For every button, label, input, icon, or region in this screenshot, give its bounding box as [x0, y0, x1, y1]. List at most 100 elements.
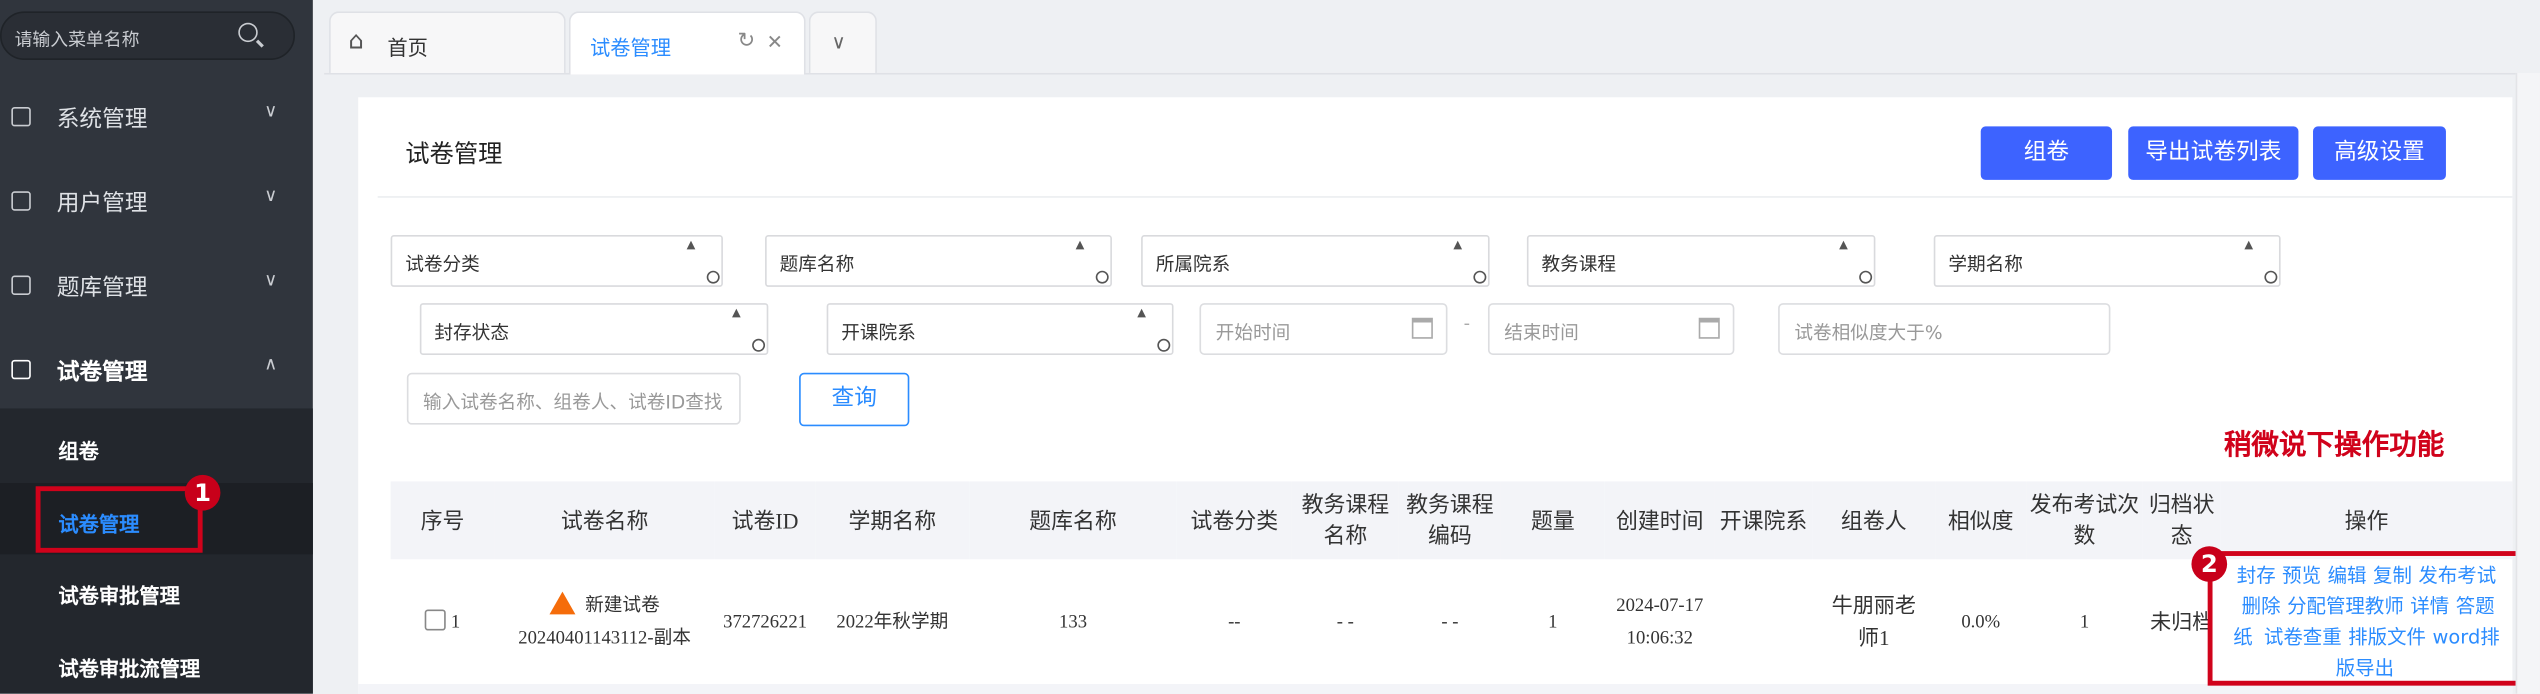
cell-index: 1 — [390, 559, 495, 688]
cube-icon — [11, 275, 31, 296]
header-course-name: 教务课程名称 — [1291, 481, 1399, 560]
select-label: 所属院系 — [1155, 252, 1231, 276]
tab-label: 试卷管理 — [590, 35, 672, 60]
row-index: 1 — [450, 612, 461, 633]
search-icon — [1859, 270, 1873, 284]
chevron-down-icon: ∨ — [264, 184, 278, 206]
paper-category-select[interactable]: 试卷分类 ▲ — [390, 235, 723, 287]
search-icon — [706, 270, 720, 284]
submenu-approval[interactable]: 试卷审批管理 — [0, 554, 313, 625]
refresh-icon[interactable]: ↻ — [738, 29, 756, 53]
menu-label: 试卷管理 — [56, 359, 148, 386]
chevron-down-icon: ∨ — [264, 269, 278, 291]
menu-paper[interactable]: 试卷管理 ∧ — [0, 331, 313, 412]
header-id: 试卷ID — [714, 481, 816, 560]
cube-icon — [11, 359, 31, 380]
menu-system[interactable]: 系统管理 ∨ — [0, 78, 313, 159]
caret-up-icon: ▲ — [1453, 238, 1463, 252]
annotation-note: 稍微说下操作功能 — [2223, 429, 2445, 462]
offering-department-select[interactable]: 开课院系 ▲ — [826, 303, 1174, 355]
tab-paper-manage[interactable]: 试卷管理 ↻ ✕ — [568, 11, 806, 75]
header-course-code: 教务课程编码 — [1398, 481, 1501, 560]
cell-dept — [1714, 559, 1813, 688]
tab-home[interactable]: ⌂ 首页 — [329, 11, 566, 73]
menu-search-placeholder: 请输入菜单名称 — [14, 29, 140, 51]
tab-more-dropdown[interactable]: ∨ — [808, 11, 877, 73]
export-list-button[interactable]: 导出试卷列表 — [2128, 126, 2299, 180]
chevron-down-icon: ∨ — [264, 100, 278, 122]
select-label: 开课院系 — [841, 320, 916, 344]
annotation-box-1 — [35, 486, 203, 553]
end-time-input[interactable]: 结束时间 — [1487, 303, 1735, 355]
header-bank: 题库名称 — [969, 481, 1177, 560]
sidebar: 请输入菜单名称 系统管理 ∨ 用户管理 ∨ 题库管理 ∨ 试卷管理 ∧ 组卷 试卷管理 … — [0, 0, 313, 694]
header-author: 组卷人 — [1812, 481, 1936, 560]
question-bank-select[interactable]: 题库名称 ▲ — [765, 235, 1112, 287]
chevron-up-icon: ∧ — [264, 353, 278, 375]
placeholder: 输入试卷名称、组卷人、试卷ID查找 — [423, 390, 723, 414]
select-label: 教务课程 — [1541, 252, 1617, 276]
header-publish-count: 发布考试次数 — [2026, 481, 2143, 560]
select-label: 学期名称 — [1948, 252, 2023, 276]
table-header-row: 序号 试卷名称 试卷ID 学期名称 题库名称 试卷分类 教务课程名称 教务课程编… — [390, 481, 2513, 560]
scrollbar[interactable] — [2515, 72, 2540, 694]
name-line1: 新建试卷 — [585, 596, 660, 616]
archive-status-select[interactable]: 封存状态 ▲ — [419, 303, 769, 355]
cube-icon — [11, 106, 31, 127]
created-date: 2024-07-17 — [1616, 596, 1704, 616]
paper-search-input[interactable]: 输入试卷名称、组卷人、试卷ID查找 — [406, 372, 741, 425]
home-icon: ⌂ — [348, 25, 364, 56]
query-button[interactable]: 查询 — [799, 372, 910, 427]
caret-up-icon: ▲ — [686, 238, 696, 252]
caret-up-icon: ▲ — [732, 306, 741, 320]
annotation-badge-2: 2 — [2191, 546, 2228, 582]
caret-up-icon: ▲ — [1839, 238, 1848, 252]
close-icon[interactable]: ✕ — [767, 31, 783, 54]
start-time-input[interactable]: 开始时间 — [1199, 303, 1448, 355]
department-select[interactable]: 所属院系 ▲ — [1141, 235, 1490, 287]
cell-category: -- — [1176, 559, 1292, 688]
next-row-partial — [358, 684, 2513, 694]
menu-search-input[interactable]: 请输入菜单名称 — [0, 11, 296, 60]
placeholder: 试卷相似度大于% — [1794, 320, 1943, 344]
compose-paper-button[interactable]: 组卷 — [1980, 126, 2113, 180]
cell-id: 372726221 — [714, 559, 816, 688]
placeholder: 开始时间 — [1215, 320, 1291, 344]
name-line2: 20240401143112-副本 — [518, 628, 691, 649]
cell-name: 新建试卷 20240401143112-副本 — [494, 559, 715, 688]
select-label: 封存状态 — [434, 320, 509, 344]
header-created: 创建时间 — [1604, 481, 1715, 560]
select-label: 试卷分类 — [405, 252, 480, 276]
paper-table: 序号 试卷名称 试卷ID 学期名称 题库名称 试卷分类 教务课程名称 教务课程编… — [390, 481, 2513, 688]
cell-count: 1 — [1500, 559, 1605, 688]
select-label: 题库名称 — [779, 252, 855, 276]
search-icon — [1157, 338, 1171, 352]
tab-label: 首页 — [387, 35, 428, 60]
submenu-label: 组卷 — [58, 439, 99, 464]
menu-user[interactable]: 用户管理 ∨ — [0, 162, 313, 243]
menu-label: 用户管理 — [56, 191, 148, 218]
course-select[interactable]: 教务课程 ▲ — [1526, 235, 1876, 287]
calendar-icon — [1411, 317, 1433, 339]
submenu-compose[interactable]: 组卷 — [0, 410, 313, 481]
cell-similarity: 0.0% — [1935, 559, 2027, 688]
search-icon — [2264, 270, 2278, 284]
cell-course-code: - - — [1398, 559, 1501, 688]
cell-publish-count: 1 — [2026, 559, 2143, 688]
caret-up-icon: ▲ — [1137, 306, 1146, 320]
annotation-badge-1: 1 — [184, 474, 221, 511]
similarity-input[interactable]: 试卷相似度大于% — [1778, 303, 2111, 355]
menu-question-bank[interactable]: 题库管理 ∨ — [0, 246, 313, 327]
submenu-label: 试卷审批管理 — [58, 583, 180, 608]
term-select[interactable]: 学期名称 ▲ — [1933, 235, 2281, 287]
header-dept: 开课院系 — [1714, 481, 1813, 560]
advanced-settings-button[interactable]: 高级设置 — [2313, 126, 2446, 180]
row-checkbox[interactable] — [424, 609, 446, 631]
annotation-box-2 — [2207, 551, 2526, 686]
search-icon[interactable] — [238, 22, 258, 43]
header-term: 学期名称 — [815, 481, 970, 560]
caret-up-icon: ▲ — [1075, 238, 1085, 252]
cell-bank: 133 — [969, 559, 1177, 688]
submenu-approval-flow[interactable]: 试卷审批流管理 — [0, 627, 313, 693]
header-index: 序号 — [390, 481, 495, 560]
